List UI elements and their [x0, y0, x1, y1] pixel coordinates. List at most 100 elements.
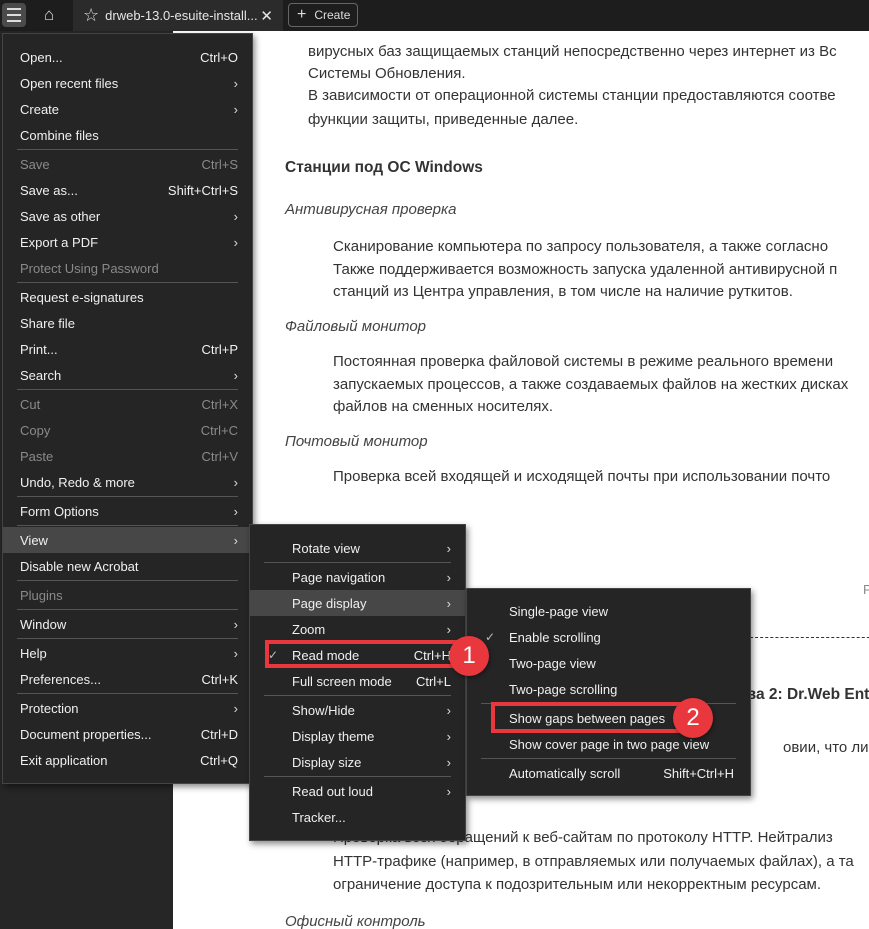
create-button[interactable]: + Create — [288, 3, 358, 27]
menu-item-label: Tracker... — [292, 809, 346, 825]
menu-item-display-size[interactable]: Display size › — [250, 749, 465, 775]
menu-item-export-a-pdf[interactable]: Export a PDF › — [3, 229, 252, 255]
menu-item-two-page-view[interactable]: Two-page view — [467, 650, 750, 676]
menu-item-label: Combine files — [20, 127, 99, 143]
menu-item-save[interactable]: Save Ctrl+S — [3, 151, 252, 177]
menu-item-label: Document properties... — [20, 726, 152, 742]
menu-item-label: Request e-signatures — [20, 289, 144, 305]
hamburger-menu-button[interactable] — [2, 3, 26, 27]
menu-item-tracker[interactable]: Tracker... — [250, 804, 465, 830]
checkmark-icon: ✓ — [485, 630, 496, 644]
menu-item-read-out-loud[interactable]: Read out loud › — [250, 778, 465, 804]
menu-item-label: Show cover page in two page view — [509, 736, 710, 752]
menu-item-label: Paste — [20, 448, 54, 464]
menu-item-label: Two-page view — [509, 655, 596, 671]
menu-item-paste[interactable]: Paste Ctrl+V — [3, 443, 252, 469]
document-text-line: В зависимости от операционной системы ст… — [308, 87, 836, 104]
chevron-right-icon: › — [446, 540, 451, 556]
menu-item-label: Open recent files — [20, 75, 119, 91]
menu-item-document-properties[interactable]: Document properties... Ctrl+D — [3, 721, 252, 747]
subsection-heading: Антивирусная проверка — [285, 201, 457, 218]
menu-item-show-cover-page-in-two-page-view[interactable]: Show cover page in two page view — [467, 731, 750, 757]
menu-item-page-display[interactable]: Page display › — [250, 590, 465, 616]
menu-item-cut[interactable]: Cut Ctrl+X — [3, 391, 252, 417]
shortcut-label: Shift+Ctrl+H — [663, 765, 734, 781]
menu-item-share-file[interactable]: Share file — [3, 310, 252, 336]
menu-item-form-options[interactable]: Form Options › — [3, 498, 252, 524]
menu-item-label: Save as other — [20, 208, 101, 224]
menu-item-view[interactable]: View › — [3, 527, 252, 553]
menu-item-label: Display theme — [292, 728, 375, 744]
shortcut-label: Ctrl+K — [201, 671, 238, 687]
menu-item-open[interactable]: Open... Ctrl+O — [3, 44, 252, 70]
menu-separator — [17, 525, 238, 526]
menu-item-print[interactable]: Print... Ctrl+P — [3, 336, 252, 362]
menu-separator — [17, 609, 238, 610]
menu-separator — [17, 638, 238, 639]
star-icon[interactable]: ☆ — [83, 5, 99, 26]
chevron-right-icon: › — [446, 754, 451, 770]
menu-item-search[interactable]: Search › — [3, 362, 252, 388]
menu-item-protection[interactable]: Protection › — [3, 695, 252, 721]
menu-item-enable-scrolling[interactable]: ✓ Enable scrolling — [467, 624, 750, 650]
menu-item-label: View — [20, 532, 48, 548]
home-icon[interactable]: ⌂ — [44, 5, 54, 25]
menu-item-label: Save — [20, 156, 50, 172]
menu-item-label: Exit application — [20, 752, 108, 768]
menu-item-two-page-scrolling[interactable]: Two-page scrolling — [467, 676, 750, 702]
chevron-right-icon: › — [446, 702, 451, 718]
menu-item-rotate-view[interactable]: Rotate view › — [250, 535, 465, 561]
menu-item-label: Rotate view — [292, 540, 360, 556]
document-text-line: функции защиты, приведенные далее. — [308, 111, 579, 128]
document-text-line: Системы Обновления. — [308, 65, 466, 82]
menu-item-exit-application[interactable]: Exit application Ctrl+Q — [3, 747, 252, 773]
view-submenu: Rotate view › Page navigation › Page display… — [249, 524, 466, 841]
menu-item-page-navigation[interactable]: Page navigation › — [250, 564, 465, 590]
menu-item-label: Print... — [20, 341, 58, 357]
menu-item-display-theme[interactable]: Display theme › — [250, 723, 465, 749]
menu-item-save-as-other[interactable]: Save as other › — [3, 203, 252, 229]
menu-separator — [17, 149, 238, 150]
chevron-right-icon: › — [233, 101, 238, 117]
document-text-line: Постоянная проверка файловой системы в р… — [333, 353, 834, 370]
menu-item-protect-using-password[interactable]: Protect Using Password — [3, 255, 252, 281]
main-menu: Open... Ctrl+O Open recent files › Create › Co… — [2, 33, 253, 784]
menu-item-open-recent-files[interactable]: Open recent files › — [3, 70, 252, 96]
menu-item-zoom[interactable]: Zoom › — [250, 616, 465, 642]
tab-title: drweb-13.0-esuite-install... — [105, 8, 258, 23]
annotation-badge-1: 1 — [449, 636, 489, 676]
menu-separator — [264, 776, 451, 777]
document-text-line: файлов на сменных носителях. — [333, 398, 554, 415]
highlight-box-read-mode — [265, 640, 459, 668]
chevron-right-icon: › — [446, 595, 451, 611]
menu-item-copy[interactable]: Copy Ctrl+C — [3, 417, 252, 443]
menu-item-disable-new-acrobat[interactable]: Disable new Acrobat — [3, 553, 252, 579]
section-heading: ава 2: Dr.Web Ente — [738, 686, 869, 703]
menu-item-create[interactable]: Create › — [3, 96, 252, 122]
menu-item-label: Display size — [292, 754, 362, 770]
chevron-right-icon: › — [233, 75, 238, 91]
menu-item-single-page-view[interactable]: Single-page view — [467, 598, 750, 624]
menu-item-plugins[interactable]: Plugins — [3, 582, 252, 608]
create-label: Create — [314, 8, 351, 22]
document-text-line: запускаемых процессов, а также создаваем… — [333, 376, 849, 393]
menu-item-combine-files[interactable]: Combine files — [3, 122, 252, 148]
close-icon[interactable]: ✕ — [260, 7, 273, 25]
menu-item-preferences[interactable]: Preferences... Ctrl+K — [3, 666, 252, 692]
menu-item-label: Cut — [20, 396, 41, 412]
menu-item-window[interactable]: Window › — [3, 611, 252, 637]
menu-separator — [264, 562, 451, 563]
menu-item-request-e-signatures[interactable]: Request e-signatures — [3, 284, 252, 310]
menu-item-label: Open... — [20, 49, 63, 65]
menu-item-label: Page navigation — [292, 569, 386, 585]
menu-item-show-hide[interactable]: Show/Hide › — [250, 697, 465, 723]
menu-item-full-screen-mode[interactable]: Full screen mode Ctrl+L — [250, 668, 465, 694]
menu-item-save-as[interactable]: Save as... Shift+Ctrl+S — [3, 177, 252, 203]
menu-item-automatically-scroll[interactable]: Automatically scroll Shift+Ctrl+H — [467, 760, 750, 786]
menu-item-undo-redo-more[interactable]: Undo, Redo & more › — [3, 469, 252, 495]
menu-item-help[interactable]: Help › — [3, 640, 252, 666]
document-tab[interactable]: ☆ drweb-13.0-esuite-install... ✕ — [73, 0, 283, 31]
menu-item-label: Automatically scroll — [509, 765, 621, 781]
shortcut-label: Ctrl+O — [200, 49, 238, 65]
shortcut-label: Shift+Ctrl+S — [167, 182, 238, 198]
